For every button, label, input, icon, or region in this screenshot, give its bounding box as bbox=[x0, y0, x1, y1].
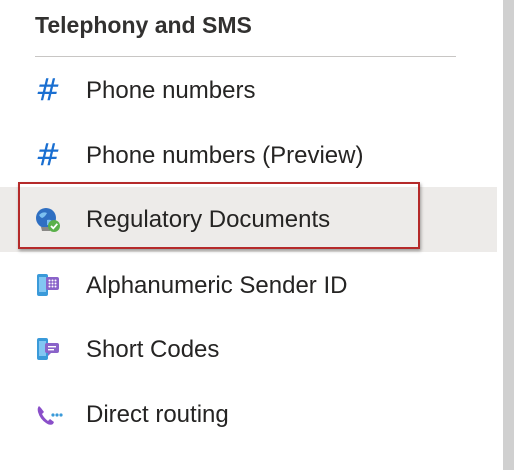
section-title: Telephony and SMS bbox=[35, 12, 252, 38]
hash-icon: # bbox=[35, 73, 61, 108]
nav-item-label: Regulatory Documents bbox=[86, 206, 331, 233]
nav-item-short-codes[interactable]: Short Codes bbox=[0, 317, 497, 382]
nav-item-label: Phone numbers bbox=[86, 77, 256, 104]
phone-dialpad-icon bbox=[33, 271, 63, 301]
nav-item-alphanumeric-sender-id[interactable]: Alphanumeric Sender ID bbox=[0, 253, 497, 318]
nav-item-label: Alphanumeric Sender ID bbox=[86, 272, 348, 299]
call-routing-icon bbox=[33, 400, 63, 430]
nav-item-phone-numbers[interactable]: # Phone numbers bbox=[0, 58, 497, 123]
telephony-sms-menu-pane: Telephony and SMS # Phone numbers # Phon… bbox=[0, 0, 514, 470]
phone-message-icon bbox=[33, 335, 63, 365]
nav-item-label: Direct routing bbox=[86, 401, 229, 428]
globe-check-icon bbox=[33, 205, 63, 235]
scrollbar[interactable] bbox=[503, 0, 514, 470]
nav-item-direct-routing[interactable]: Direct routing bbox=[0, 382, 497, 447]
nav-item-label: Short Codes bbox=[86, 336, 220, 363]
nav-item-phone-numbers-preview[interactable]: # Phone numbers (Preview) bbox=[0, 123, 497, 188]
nav-item-regulatory-documents[interactable]: Regulatory Documents bbox=[0, 187, 497, 252]
nav-item-label: Phone numbers (Preview) bbox=[86, 142, 364, 169]
section-divider bbox=[35, 56, 456, 57]
hash-icon: # bbox=[35, 138, 61, 173]
